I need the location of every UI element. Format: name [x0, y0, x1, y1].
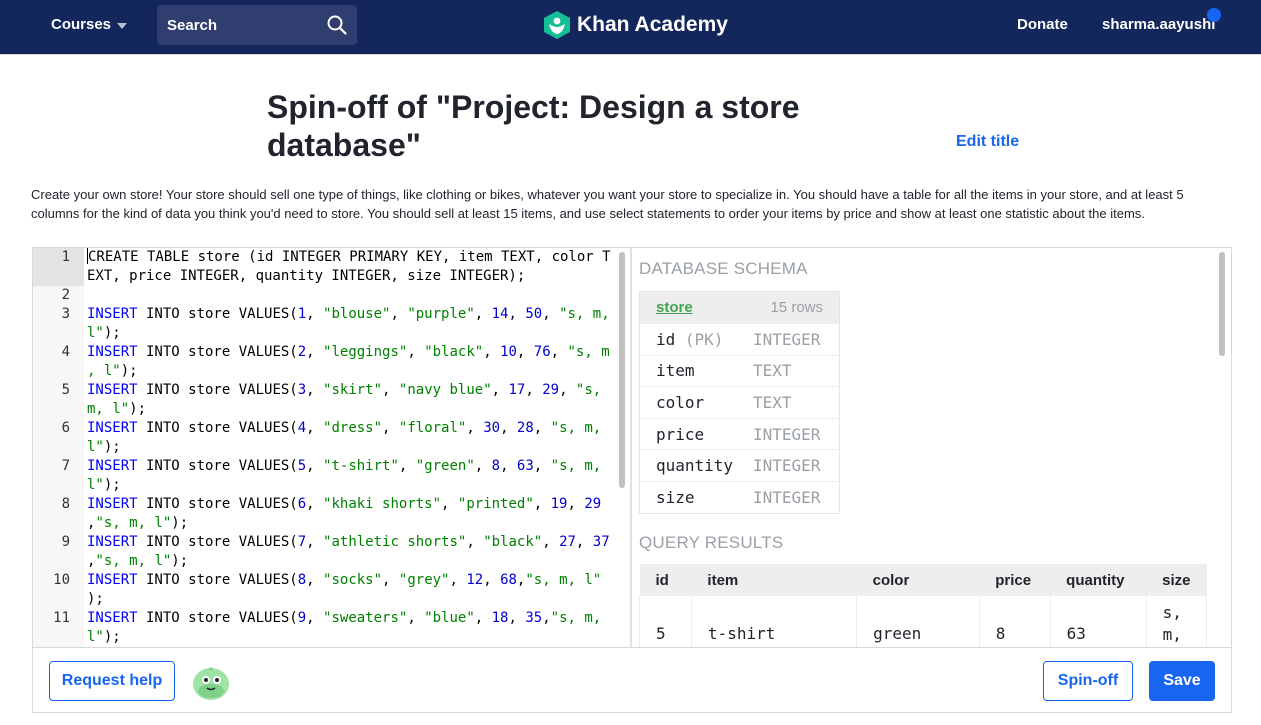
editor-scrollbar[interactable]: [619, 252, 625, 488]
logo-icon: [544, 11, 570, 39]
code-line[interactable]: 9 INSERT INTO store VALUES(7, "athletic s…: [33, 533, 623, 571]
line-number: 1: [61, 249, 70, 265]
code-text[interactable]: INSERT INTO store VALUES(7, "athletic sh…: [87, 533, 613, 571]
column-type: TEXT: [753, 361, 792, 381]
line-number: 2: [61, 287, 70, 303]
courses-label: Courses: [51, 16, 112, 33]
spin-off-button[interactable]: Spin-off: [1043, 661, 1133, 701]
output-scrollbar[interactable]: [1219, 252, 1225, 356]
column-type: INTEGER: [753, 487, 821, 507]
code-text[interactable]: INSERT INTO store VALUES(1, "blouse", "p…: [87, 305, 613, 343]
donate-link[interactable]: Donate: [1017, 16, 1068, 33]
code-text[interactable]: [87, 286, 613, 305]
edit-title-link[interactable]: Edit title: [956, 133, 1019, 151]
sql-code-editor[interactable]: 1 CREATE TABLE store (id INTEGER PRIMARY …: [33, 248, 623, 647]
column-name: price: [656, 424, 705, 444]
results-column-header: price: [979, 564, 1051, 596]
editor-area: 1 CREATE TABLE store (id INTEGER PRIMARY …: [32, 247, 1232, 647]
request-help-button[interactable]: Request help: [49, 661, 175, 701]
results-cell: green: [856, 596, 980, 647]
bottom-toolbar: Request help Spin-off Save: [32, 647, 1232, 713]
code-line[interactable]: 3 INSERT INTO store VALUES(1, "blouse", "…: [33, 305, 623, 343]
results-column-header: size: [1146, 564, 1207, 596]
column-name: size: [656, 487, 695, 507]
row-count: 15 rows: [770, 299, 823, 316]
logo-text: Khan Academy: [577, 13, 728, 36]
results-column-header: id: [639, 564, 692, 596]
schema-row: size INTEGER: [640, 480, 839, 513]
code-text[interactable]: INSERT INTO store VALUES(9, "sweaters", …: [87, 609, 613, 647]
results-column-header: color: [856, 564, 980, 596]
code-text[interactable]: INSERT INTO store VALUES(5, "t-shirt", "…: [87, 457, 613, 495]
code-text[interactable]: INSERT INTO store VALUES(3, "skirt", "na…: [87, 381, 613, 419]
code-text[interactable]: INSERT INTO store VALUES(8, "socks", "gr…: [87, 571, 613, 609]
code-text[interactable]: INSERT INTO store VALUES(4, "dress", "fl…: [87, 419, 613, 457]
code-line[interactable]: 10 INSERT INTO store VALUES(8, "socks", "…: [33, 571, 623, 609]
table-row: 5t-shirtgreen863s,m,l: [639, 596, 1208, 647]
code-line[interactable]: 11 INSERT INTO store VALUES(9, "sweaters"…: [33, 609, 623, 647]
text-cursor: [87, 248, 88, 264]
line-number: 4: [61, 344, 70, 360]
code-line[interactable]: 7 INSERT INTO store VALUES(5, "t-shirt", …: [33, 457, 623, 495]
results-cell: 63: [1049, 596, 1147, 647]
query-results-table: id item color price quantity size 5 t-shirt gre…: [639, 564, 1208, 647]
schema-row: color TEXT: [640, 386, 839, 418]
schema-row: item TEXT: [640, 354, 839, 387]
code-line[interactable]: 5 INSERT INTO store VALUES(3, "skirt", "n…: [33, 381, 623, 419]
results-cell: t-shirt: [690, 596, 858, 647]
column-name: item: [656, 361, 695, 381]
search-label: Search: [167, 16, 218, 34]
search-icon[interactable]: [327, 15, 347, 35]
output-pane: DATABASE SCHEMA store 15 rows id (PK) INT…: [632, 248, 1231, 647]
line-number: 9: [61, 534, 70, 550]
search-box[interactable]: Search: [157, 5, 357, 45]
column-type: INTEGER: [753, 329, 821, 349]
schema-row: quantity INTEGER: [640, 449, 839, 481]
table-name-link[interactable]: store: [656, 299, 693, 316]
user-menu[interactable]: sharma.aayushi: [1102, 16, 1215, 33]
line-number: 7: [61, 458, 70, 474]
code-line[interactable]: 1 CREATE TABLE store (id INTEGER PRIMARY …: [33, 248, 623, 286]
results-cell: s,m,l: [1145, 596, 1208, 647]
primary-key-marker: (PK): [675, 329, 724, 349]
save-button[interactable]: Save: [1149, 661, 1215, 701]
avatar[interactable]: [191, 663, 231, 701]
code-line[interactable]: 6 INSERT INTO store VALUES(4, "dress", "f…: [33, 419, 623, 457]
line-number: 5: [61, 382, 70, 398]
notification-dot[interactable]: [1207, 8, 1221, 22]
code-text[interactable]: INSERT INTO store VALUES(2, "leggings", …: [87, 343, 613, 381]
line-number: 11: [53, 610, 70, 626]
results-column-header: item: [691, 564, 857, 596]
chevron-down-icon: [117, 22, 128, 29]
results-cell: 5: [639, 596, 692, 647]
line-number: 10: [53, 572, 70, 588]
column-name: color: [656, 392, 705, 412]
schema-row: id (PK) INTEGER: [640, 323, 839, 355]
results-heading: QUERY RESULTS: [639, 533, 784, 552]
schema-row: price INTEGER: [640, 417, 839, 450]
results-cell: 8: [978, 596, 1051, 647]
schema-heading: DATABASE SCHEMA: [639, 259, 808, 278]
project-description: Create your own store! Your store should…: [31, 187, 1184, 221]
courses-menu[interactable]: Courses: [51, 16, 128, 33]
column-name: quantity: [656, 456, 734, 476]
results-column-header: quantity: [1050, 564, 1147, 596]
page-title: Spin-off of "Project: Design a store dat…: [267, 89, 800, 163]
top-nav: Courses Search Khan Academy Donate sharm…: [0, 0, 1261, 55]
code-line[interactable]: 2: [33, 286, 623, 305]
column-type: TEXT: [753, 392, 792, 412]
schema-table-header: store 15 rows: [640, 292, 839, 323]
code-text[interactable]: INSERT INTO store VALUES(6, "khaki short…: [87, 495, 613, 533]
code-text[interactable]: CREATE TABLE store (id INTEGER PRIMARY K…: [87, 248, 613, 286]
line-number: 6: [61, 420, 70, 436]
code-line[interactable]: 4 INSERT INTO store VALUES(2, "leggings",…: [33, 343, 623, 381]
khan-academy-logo[interactable]: Khan Academy: [543, 10, 728, 40]
column-type: INTEGER: [753, 456, 821, 476]
code-line[interactable]: 8 INSERT INTO store VALUES(6, "khaki shor…: [33, 495, 623, 533]
column-name: id (PK): [656, 329, 724, 349]
column-type: INTEGER: [753, 424, 821, 444]
line-number: 3: [61, 306, 70, 322]
line-number: 8: [61, 496, 70, 512]
schema-table: store 15 rows id (PK) INTEGER item TEXT colo…: [639, 291, 840, 514]
